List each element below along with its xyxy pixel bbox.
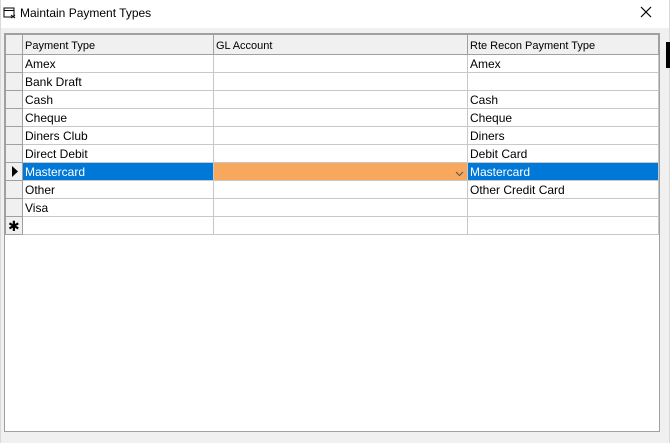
- new-row[interactable]: ✱: [5, 216, 659, 235]
- payment-type-cell[interactable]: Cash: [22, 90, 214, 109]
- row-header[interactable]: [5, 90, 23, 109]
- window-edge-strip: [666, 42, 670, 68]
- recon-type-cell[interactable]: Cheque: [467, 108, 659, 127]
- maintain-payment-types-window: Maintain Payment Types Payment Type GL A…: [0, 0, 670, 443]
- gl-account-cell[interactable]: [213, 108, 468, 127]
- row-pointer-icon: [11, 166, 19, 177]
- row-header[interactable]: [5, 108, 23, 127]
- recon-type-cell[interactable]: Diners: [467, 126, 659, 145]
- row-header[interactable]: [5, 54, 23, 73]
- column-header-gl-account[interactable]: GL Account: [213, 34, 468, 55]
- table-row[interactable]: Amex Amex: [5, 54, 659, 73]
- row-header-current[interactable]: [5, 162, 23, 181]
- payment-type-cell[interactable]: Direct Debit: [22, 144, 214, 163]
- row-header[interactable]: [5, 72, 23, 91]
- new-gl-account-cell[interactable]: [213, 216, 468, 235]
- close-button[interactable]: [623, 0, 669, 28]
- recon-type-cell[interactable]: Cash: [467, 90, 659, 109]
- payment-type-cell[interactable]: Amex: [22, 54, 214, 73]
- recon-type-cell[interactable]: [467, 198, 659, 217]
- window-title: Maintain Payment Types: [20, 6, 152, 20]
- table-row[interactable]: Direct Debit Debit Card: [5, 144, 659, 163]
- recon-type-cell[interactable]: Debit Card: [467, 144, 659, 163]
- table-row[interactable]: Bank Draft: [5, 72, 659, 91]
- gl-account-cell[interactable]: [213, 90, 468, 109]
- grid-corner-header[interactable]: [5, 34, 23, 55]
- column-header-recon-payment-type[interactable]: Rte Recon Payment Type: [467, 34, 659, 55]
- recon-type-cell[interactable]: Other Credit Card: [467, 180, 659, 199]
- form-icon: [3, 6, 17, 20]
- row-header[interactable]: [5, 126, 23, 145]
- payment-types-grid[interactable]: Payment Type GL Account Rte Recon Paymen…: [4, 33, 660, 432]
- row-header[interactable]: [5, 180, 23, 199]
- payment-type-cell[interactable]: Cheque: [22, 108, 214, 127]
- table-row[interactable]: Cheque Cheque: [5, 108, 659, 127]
- gl-account-cell[interactable]: [213, 180, 468, 199]
- new-payment-type-cell[interactable]: [22, 216, 214, 235]
- recon-type-cell[interactable]: [467, 72, 659, 91]
- payment-types-table: Payment Type GL Account Rte Recon Paymen…: [5, 34, 659, 235]
- gl-account-cell[interactable]: [213, 72, 468, 91]
- gl-account-cell[interactable]: [213, 126, 468, 145]
- table-row[interactable]: Other Other Credit Card: [5, 180, 659, 199]
- chevron-down-icon[interactable]: [455, 167, 464, 177]
- payment-type-cell[interactable]: Visa: [22, 198, 214, 217]
- payment-type-cell[interactable]: Bank Draft: [22, 72, 214, 91]
- gl-account-cell[interactable]: [213, 54, 468, 73]
- header-row: Payment Type GL Account Rte Recon Paymen…: [5, 34, 659, 55]
- gl-account-cell[interactable]: [213, 144, 468, 163]
- gl-account-cell[interactable]: [213, 198, 468, 217]
- recon-type-cell[interactable]: Mastercard: [467, 162, 659, 181]
- close-icon: [640, 5, 652, 23]
- title-bar: Maintain Payment Types: [1, 0, 669, 28]
- table-row-selected[interactable]: Mastercard Mastercard: [5, 162, 659, 181]
- gl-account-dropdown[interactable]: [213, 162, 468, 181]
- new-recon-type-cell[interactable]: [467, 216, 659, 235]
- column-header-payment-type[interactable]: Payment Type: [22, 34, 214, 55]
- row-header[interactable]: [5, 144, 23, 163]
- table-row[interactable]: Cash Cash: [5, 90, 659, 109]
- new-row-icon: ✱: [8, 218, 20, 234]
- payment-type-cell[interactable]: Mastercard: [22, 162, 214, 181]
- row-header-new[interactable]: ✱: [5, 216, 23, 235]
- row-header[interactable]: [5, 198, 23, 217]
- payment-type-cell[interactable]: Diners Club: [22, 126, 214, 145]
- table-row[interactable]: Visa: [5, 198, 659, 217]
- table-row[interactable]: Diners Club Diners: [5, 126, 659, 145]
- recon-type-cell[interactable]: Amex: [467, 54, 659, 73]
- payment-type-cell[interactable]: Other: [22, 180, 214, 199]
